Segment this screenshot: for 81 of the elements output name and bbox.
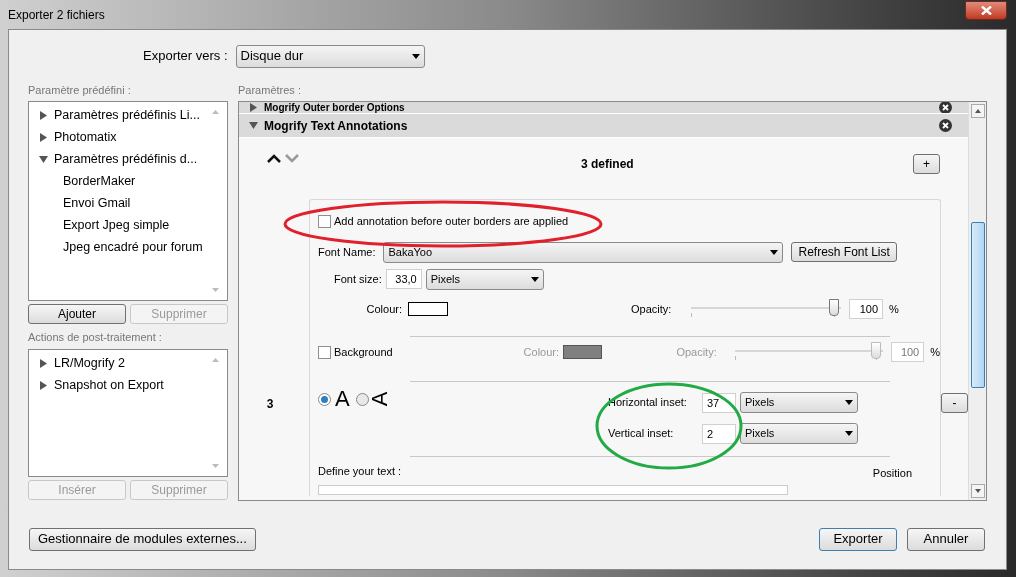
- scroll-up-icon[interactable]: [970, 104, 985, 118]
- action-item[interactable]: Snapshot on Export: [54, 375, 164, 395]
- field-label: Font Name:: [318, 244, 376, 260]
- move-up-icon[interactable]: [267, 153, 281, 163]
- section-label: Actions de post-traitement :: [28, 330, 163, 345]
- remove-annotation-button[interactable]: -: [941, 393, 968, 413]
- font-name-dropdown[interactable]: BakaYoo: [383, 241, 784, 263]
- unit-dropdown[interactable]: Pixels: [425, 268, 544, 290]
- window-title: Exporter 2 fichiers: [8, 6, 105, 24]
- plugin-manager-button[interactable]: Gestionnaire de modules externes...: [29, 527, 256, 551]
- export-button[interactable]: Exporter: [819, 527, 897, 551]
- preset-item[interactable]: BorderMaker: [63, 171, 136, 191]
- section-label: Paramètre prédéfini :: [28, 83, 132, 98]
- collapsed-triangle-icon[interactable]: [39, 132, 48, 142]
- opacity-field[interactable]: 100: [849, 299, 883, 319]
- radio-button[interactable]: [355, 392, 369, 406]
- section-title: Mogrify Text Annotations: [264, 117, 409, 135]
- preset-folder[interactable]: Paramètres prédéfinis d...: [54, 149, 198, 169]
- percent-label: %: [930, 344, 940, 360]
- refresh-font-list-button[interactable]: Refresh Font List: [791, 242, 897, 262]
- field-label: Horizontal inset:: [608, 395, 688, 411]
- annotation-number: 3: [266, 396, 274, 413]
- text-input-field[interactable]: [318, 485, 788, 495]
- radio-button[interactable]: [318, 392, 331, 406]
- dropdown-caret-icon: [770, 249, 779, 255]
- field-label: Vertical inset:: [608, 426, 675, 442]
- close-icon: [980, 6, 992, 15]
- vertical-inset-field[interactable]: 2: [702, 423, 736, 444]
- close-button[interactable]: [965, 1, 1007, 20]
- collapsed-triangle-icon[interactable]: [39, 110, 48, 120]
- expanded-triangle-icon[interactable]: [249, 121, 258, 130]
- opacity-slider[interactable]: [735, 342, 883, 362]
- close-icon[interactable]: [939, 102, 952, 113]
- preset-folder[interactable]: Paramètres prédéfinis Li...: [54, 105, 200, 125]
- unit-dropdown[interactable]: Pixels: [740, 423, 858, 444]
- field-label: Opacity:: [631, 301, 673, 317]
- field-label: Define your text :: [318, 463, 403, 479]
- dropdown-caret-icon: [530, 276, 539, 282]
- orientation-label: A: [369, 391, 392, 407]
- preset-folder[interactable]: Photomatix: [54, 127, 117, 147]
- field-label: Position: [872, 465, 912, 481]
- annotation-count: 3 defined: [581, 156, 635, 173]
- field-label: Font size:: [334, 271, 382, 287]
- checkbox[interactable]: [318, 345, 331, 359]
- close-icon[interactable]: [939, 119, 952, 132]
- export-to-dropdown[interactable]: Disque dur: [235, 44, 425, 68]
- expanded-triangle-icon[interactable]: [39, 154, 48, 164]
- add-annotation-button[interactable]: +: [913, 154, 940, 174]
- opacity-field[interactable]: 100: [890, 342, 925, 362]
- section-header[interactable]: Mogrify Outer border Options: [239, 102, 968, 114]
- section-label: Paramètres :: [238, 83, 302, 98]
- field-label: Colour:: [523, 344, 561, 360]
- field-label: Colour:: [365, 301, 403, 317]
- section-header[interactable]: Mogrify Text Annotations: [239, 114, 968, 138]
- unit-dropdown[interactable]: Pixels: [740, 392, 858, 413]
- scrollbar[interactable]: [968, 102, 986, 500]
- collapsed-triangle-icon[interactable]: [249, 103, 258, 112]
- section-title: Mogrify Outer border Options: [264, 102, 406, 113]
- checkbox-label: Background: [334, 344, 394, 360]
- cancel-button[interactable]: Annuler: [907, 527, 985, 551]
- orientation-label: A: [335, 388, 350, 410]
- preset-item[interactable]: Jpeg encadré pour forum: [63, 237, 203, 257]
- percent-label: %: [889, 301, 899, 317]
- colour-swatch[interactable]: [408, 302, 448, 316]
- export-to-label: Exporter vers :: [143, 47, 228, 66]
- preset-item[interactable]: Export Jpeg simple: [63, 215, 170, 235]
- action-item[interactable]: LR/Mogrify 2: [54, 353, 125, 373]
- add-button[interactable]: Ajouter: [28, 304, 126, 324]
- checkbox-label: Add annotation before outer borders are applied: [334, 213, 569, 229]
- collapsed-triangle-icon[interactable]: [39, 380, 48, 390]
- dropdown-caret-icon: [411, 53, 420, 59]
- colour-swatch[interactable]: [563, 345, 603, 359]
- dropdown-caret-icon: [845, 431, 853, 436]
- checkbox[interactable]: [318, 214, 331, 228]
- preset-item[interactable]: Envoi Gmail: [63, 193, 131, 213]
- collapsed-triangle-icon[interactable]: [39, 358, 48, 368]
- scroll-down-icon[interactable]: [970, 484, 985, 498]
- field-label: Opacity:: [676, 344, 718, 360]
- dropdown-caret-icon: [845, 400, 853, 405]
- opacity-slider[interactable]: [691, 299, 841, 319]
- font-size-field[interactable]: 33,0: [385, 269, 422, 289]
